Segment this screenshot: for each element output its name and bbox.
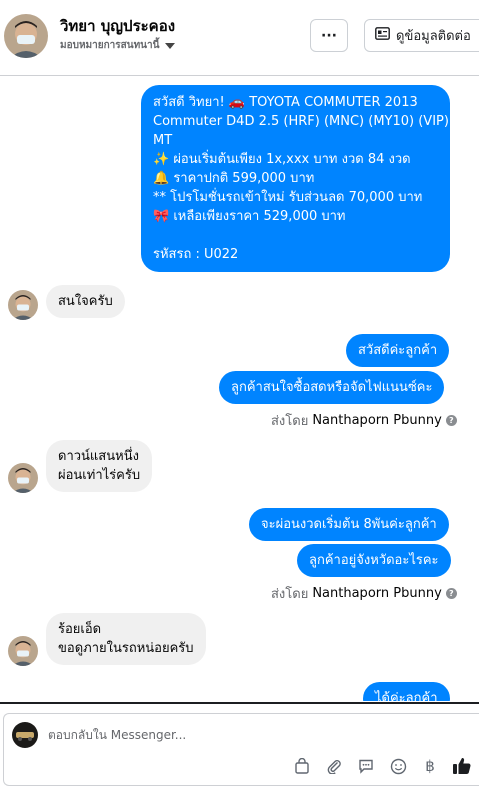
message-line: ดาวน์แสนหนึ่ง xyxy=(58,449,139,464)
more-options-button[interactable]: ··· xyxy=(310,19,348,52)
view-contact-info-button[interactable]: ดูข้อมูลติดต่อ xyxy=(364,19,479,52)
contact-info-label: ดูข้อมูลติดต่อ xyxy=(396,29,471,44)
contact-avatar-small xyxy=(8,636,38,666)
outgoing-message[interactable]: สวัสดีค่ะลูกค้า xyxy=(346,334,450,367)
incoming-message[interactable]: ร้อยเอ็ด ขอดูภายในรถหน่อยครับ xyxy=(46,613,206,665)
reply-input[interactable] xyxy=(48,728,348,742)
assign-label: มอบหมายการสนทนานี้ xyxy=(60,40,160,51)
message-line: ขอดูภายในรถหน่อยครับ xyxy=(58,641,194,656)
assign-conversation-dropdown[interactable]: มอบหมายการสนทนานี้ xyxy=(60,38,176,53)
composer-toolbar: ฿ xyxy=(291,755,473,777)
outgoing-message[interactable]: ได้ค่ะลูกค้า xyxy=(363,682,450,701)
outgoing-message-car-offer[interactable]: สวัสดี วิทยา! 🚗 TOYOTA COMMUTER 2013 Com… xyxy=(141,85,450,272)
car-offer-line-1: สวัสดี วิทยา! 🚗 TOYOTA COMMUTER 2013 xyxy=(153,95,418,110)
sent-by-info: ส่งโดย Nanthaporn Pbunny ? xyxy=(271,583,457,604)
message-line: ร้อยเอ็ด xyxy=(58,622,102,637)
car-offer-line-7: 🎀 เหลือเพียงราคา 529,000 บาท xyxy=(153,209,346,224)
outgoing-message[interactable]: ลูกค้าอยู่จังหวัดอะไรคะ xyxy=(297,544,451,577)
car-offer-line-2: Commuter D4D 2.5 (HRF) (MNC) (MY10) (VIP… xyxy=(153,114,449,129)
thread-divider xyxy=(0,702,479,704)
help-icon[interactable]: ? xyxy=(445,415,457,426)
conversation-header: วิทยา บุญประคอง มอบหมายการสนทนานี้ ··· ด… xyxy=(0,0,479,76)
car-offer-line-4: ✨ ผ่อนเริ่มต้นเพียง 1x,xxx บาท งวด 84 งว… xyxy=(153,152,411,167)
help-icon[interactable]: ? xyxy=(445,588,457,599)
outgoing-message[interactable]: จะผ่อนงวดเริ่มต้น 8พันค่ะลูกค้า xyxy=(249,508,449,541)
contact-avatar-small xyxy=(8,290,38,320)
message-thread[interactable]: สวัสดี วิทยา! 🚗 TOYOTA COMMUTER 2013 Com… xyxy=(0,77,479,701)
car-offer-line-6: ** โปรโมชั่นรถเข้าใหม่ รับส่วนลด 70,000 … xyxy=(153,190,423,205)
reply-composer: ฿ xyxy=(3,713,479,786)
car-offer-line-3: MT xyxy=(153,133,173,148)
quick-reply-icon[interactable] xyxy=(355,755,377,777)
contact-avatar-small xyxy=(8,463,38,493)
emoji-icon[interactable] xyxy=(387,755,409,777)
sent-by-prefix: ส่งโดย xyxy=(271,587,309,602)
car-offer-line-8: รหัสรถ : U022 xyxy=(153,247,239,262)
baht-icon[interactable]: ฿ xyxy=(419,755,441,777)
paperclip-icon[interactable] xyxy=(323,755,345,777)
outgoing-message[interactable]: ลูกค้าสนใจซื้อสดหรือจัดไฟแนนซ์คะ xyxy=(219,371,445,404)
thumbs-up-icon[interactable] xyxy=(451,755,473,777)
incoming-message[interactable]: ดาวน์แสนหนึ่ง ผ่อนเท่าไร่ครับ xyxy=(46,440,153,492)
sender-name[interactable]: Nanthaporn Pbunny xyxy=(312,413,441,428)
car-offer-line-5: 🔔 ราคาปกติ 599,000 บาท xyxy=(153,171,315,186)
sender-name[interactable]: Nanthaporn Pbunny xyxy=(312,586,441,601)
sent-by-prefix: ส่งโดย xyxy=(271,414,309,429)
page-avatar xyxy=(12,722,38,748)
sent-by-info: ส่งโดย Nanthaporn Pbunny ? xyxy=(271,410,457,431)
caret-down-icon xyxy=(165,42,176,49)
incoming-message[interactable]: สนใจครับ xyxy=(46,285,125,318)
shopping-bag-icon[interactable] xyxy=(291,755,313,777)
contact-card-icon xyxy=(375,27,390,44)
contact-avatar[interactable] xyxy=(4,14,48,58)
message-line: ผ่อนเท่าไร่ครับ xyxy=(58,468,141,483)
contact-name[interactable]: วิทยา บุญประคอง xyxy=(60,14,175,38)
